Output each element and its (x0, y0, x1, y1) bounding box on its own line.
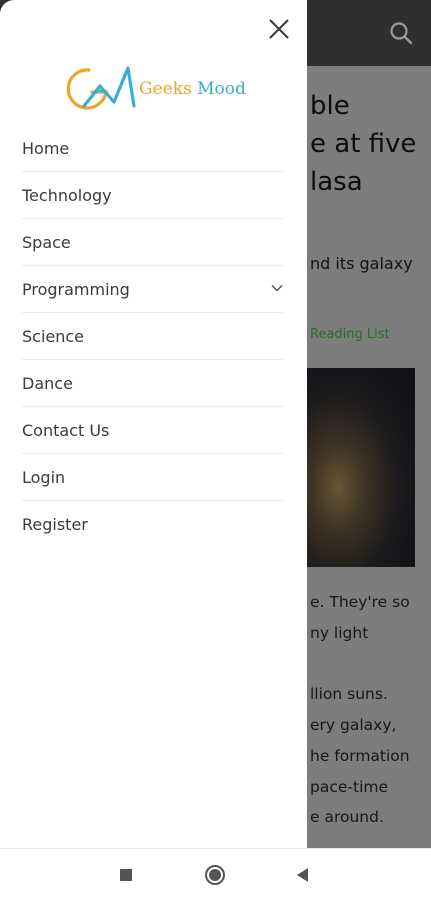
menu-item-technology[interactable]: Technology (22, 172, 286, 219)
menu-item-home[interactable]: Home (22, 125, 286, 172)
article-body-line: ny light (310, 624, 369, 642)
article-title-line: ble (310, 91, 350, 121)
logo-text: Geeks Mood (139, 79, 246, 99)
menu-item-label: Space (22, 232, 71, 252)
article-body-line: llion suns. (310, 685, 388, 703)
menu-item-label: Technology (22, 185, 112, 205)
menu-item-label: Dance (22, 373, 73, 393)
menu-item-label: Science (22, 326, 85, 346)
menu-item-contact-us[interactable]: Contact Us (22, 407, 286, 454)
menu-item-login[interactable]: Login (22, 454, 286, 501)
home-circle-icon[interactable] (203, 863, 227, 887)
menu-item-label: Login (22, 467, 66, 487)
menu-item-label: Programming (22, 279, 130, 299)
article-body-line: e. They're so (310, 593, 410, 611)
logo-text-first: Geeks (139, 79, 192, 99)
navigation-drawer: Geeks Mood Home Technology Space Program… (0, 0, 307, 848)
drawer-menu: Home Technology Space Programming Scienc… (22, 125, 286, 547)
article-subtitle-text: nd its galaxy (310, 254, 413, 273)
logo-text-second: Mood (197, 79, 246, 99)
back-triangle-icon[interactable] (291, 863, 315, 887)
chevron-down-icon[interactable] (270, 281, 284, 295)
menu-item-science[interactable]: Science (22, 313, 286, 360)
article-title-line: lasa (310, 167, 363, 197)
article-title-line: e at five (310, 129, 417, 159)
article-body-line: ery galaxy, (310, 716, 397, 734)
article-body-line: he formation (310, 747, 410, 765)
article-image (297, 368, 415, 567)
menu-item-label: Contact Us (22, 420, 110, 440)
system-navigation-bar (0, 848, 431, 901)
article-body-line: pace-time (310, 778, 389, 796)
search-icon[interactable] (388, 20, 414, 46)
article-body-line: e around. (310, 808, 384, 826)
menu-item-register[interactable]: Register (22, 501, 286, 547)
menu-item-space[interactable]: Space (22, 219, 286, 266)
menu-item-dance[interactable]: Dance (22, 360, 286, 407)
close-icon[interactable] (262, 12, 296, 46)
menu-item-label: Register (22, 514, 88, 534)
menu-item-label: Home (22, 138, 70, 158)
recents-square-icon[interactable] (114, 863, 138, 887)
menu-item-programming[interactable]: Programming (22, 266, 286, 313)
reading-list-link[interactable]: Reading List (310, 327, 390, 342)
